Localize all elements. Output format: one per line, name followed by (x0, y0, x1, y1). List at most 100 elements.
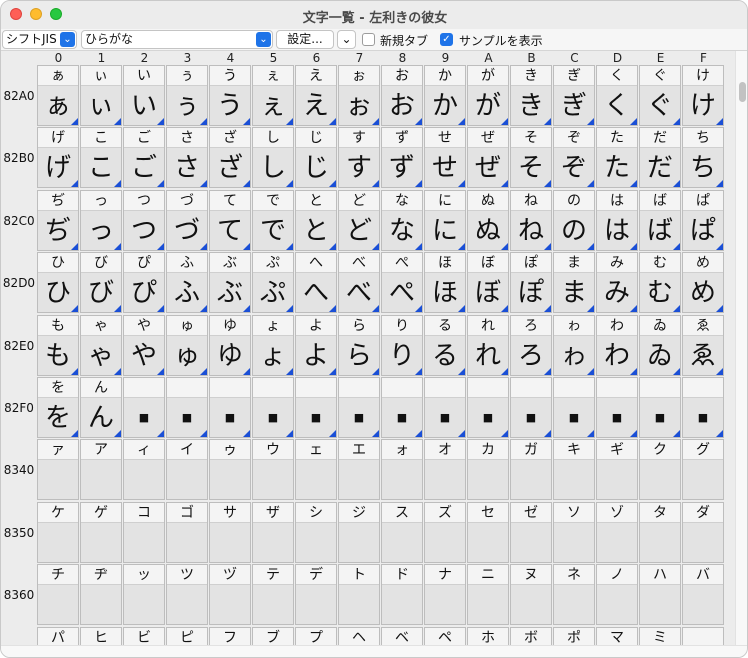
char-cell[interactable]: ちち (682, 127, 724, 189)
char-cell[interactable]: ゑゑ (682, 314, 724, 376)
char-cell[interactable]: ブ (252, 626, 294, 645)
char-cell[interactable]: ヒ (80, 626, 122, 645)
char-cell[interactable]: ■ (252, 377, 294, 438)
char-cell[interactable]: なな (381, 189, 423, 251)
char-cell[interactable]: ゴ (166, 501, 208, 563)
char-cell[interactable]: ゥ (209, 439, 251, 501)
char-cell[interactable]: バ (682, 564, 724, 626)
new-tab-checkbox[interactable] (362, 33, 375, 46)
char-cell[interactable]: ぷぷ (252, 252, 294, 314)
char-cell[interactable]: めめ (682, 252, 724, 314)
char-cell[interactable]: りり (381, 314, 423, 376)
char-cell[interactable]: ぐぐ (639, 65, 681, 126)
char-cell[interactable]: ぜぜ (467, 127, 509, 189)
char-cell[interactable]: ダ (682, 501, 724, 563)
char-cell[interactable]: へへ (295, 252, 337, 314)
char-cell[interactable]: ■ (682, 377, 724, 438)
char-cell[interactable]: ねね (510, 189, 552, 251)
char-cell[interactable]: ごご (123, 127, 165, 189)
char-cell[interactable]: ■ (510, 377, 552, 438)
char-cell[interactable]: ええ (295, 65, 337, 126)
char-cell[interactable]: げげ (37, 127, 79, 189)
char-cell[interactable]: ツ (166, 564, 208, 626)
char-cell[interactable]: わわ (596, 314, 638, 376)
char-cell[interactable]: マ (596, 626, 638, 645)
char-cell[interactable]: プ (295, 626, 337, 645)
char-cell[interactable]: ぞぞ (553, 127, 595, 189)
char-cell[interactable]: まま (553, 252, 595, 314)
char-cell[interactable]: ここ (80, 127, 122, 189)
char-cell[interactable]: ■ (596, 377, 638, 438)
char-cell[interactable]: ズ (424, 501, 466, 563)
char-cell[interactable]: ■ (639, 377, 681, 438)
char-cell[interactable]: にに (424, 189, 466, 251)
char-cell[interactable]: じじ (295, 127, 337, 189)
char-cell[interactable]: ア (80, 439, 122, 501)
char-cell[interactable]: かか (424, 65, 466, 126)
char-cell[interactable]: ゲ (80, 501, 122, 563)
char-cell[interactable]: ク (639, 439, 681, 501)
char-cell[interactable]: ホ (467, 626, 509, 645)
char-cell[interactable]: ゆゆ (209, 314, 251, 376)
char-cell[interactable]: ■ (295, 377, 337, 438)
char-cell[interactable]: んん (80, 377, 122, 438)
char-cell[interactable]: ケ (37, 501, 79, 563)
char-cell[interactable]: ■ (553, 377, 595, 438)
char-cell[interactable]: ぽぽ (510, 252, 552, 314)
char-cell[interactable]: とと (295, 189, 337, 251)
char-cell[interactable]: ぎぎ (553, 65, 595, 126)
char-cell[interactable]: セ (467, 501, 509, 563)
char-cell[interactable]: ぢぢ (37, 189, 79, 251)
char-cell[interactable]: フ (209, 626, 251, 645)
char-cell[interactable]: ゃゃ (80, 314, 122, 376)
char-cell[interactable]: ゐゐ (639, 314, 681, 376)
char-cell[interactable]: ス (381, 501, 423, 563)
char-cell[interactable]: ト (338, 564, 380, 626)
char-cell[interactable]: てて (209, 189, 251, 251)
char-cell[interactable]: びび (80, 252, 122, 314)
char-cell[interactable]: せせ (424, 127, 466, 189)
char-cell[interactable]: パ (37, 626, 79, 645)
char-cell[interactable]: ビ (123, 626, 165, 645)
char-cell[interactable]: ピ (166, 626, 208, 645)
char-cell[interactable]: ナ (424, 564, 466, 626)
scrollbar-thumb[interactable] (739, 82, 746, 102)
char-cell[interactable]: ょょ (252, 314, 294, 376)
char-cell[interactable]: ベ (381, 626, 423, 645)
char-cell[interactable]: ゾ (596, 501, 638, 563)
char-cell[interactable]: ゅゅ (166, 314, 208, 376)
char-cell[interactable]: サ (209, 501, 251, 563)
char-cell[interactable]: だだ (639, 127, 681, 189)
char-cell[interactable]: むむ (639, 252, 681, 314)
char-cell[interactable]: ガ (510, 439, 552, 501)
char-cell[interactable]: ァ (37, 439, 79, 501)
show-sample-checkbox[interactable]: ✓ (440, 33, 453, 46)
char-cell[interactable]: ぇぇ (252, 65, 294, 126)
char-cell[interactable]: ォ (381, 439, 423, 501)
char-cell[interactable]: ■ (381, 377, 423, 438)
char-cell[interactable]: チ (37, 564, 79, 626)
char-cell[interactable]: カ (467, 439, 509, 501)
char-cell[interactable]: ぅぅ (166, 65, 208, 126)
char-cell[interactable]: やや (123, 314, 165, 376)
char-cell[interactable]: ■ (467, 377, 509, 438)
char-cell[interactable]: ヂ (80, 564, 122, 626)
char-cell[interactable]: うう (209, 65, 251, 126)
block-select[interactable]: ひらがな ⌄ (81, 30, 273, 49)
char-cell[interactable]: けけ (682, 65, 724, 126)
char-cell[interactable]: ひひ (37, 252, 79, 314)
char-cell[interactable]: きき (510, 65, 552, 126)
char-cell[interactable]: はは (596, 189, 638, 251)
char-cell[interactable]: ニ (467, 564, 509, 626)
char-cell[interactable]: ぬぬ (467, 189, 509, 251)
char-cell[interactable]: ほほ (424, 252, 466, 314)
char-cell[interactable]: のの (553, 189, 595, 251)
char-cell[interactable]: ヌ (510, 564, 552, 626)
char-cell[interactable]: ペ (424, 626, 466, 645)
char-cell[interactable]: ぃぃ (80, 65, 122, 126)
char-cell[interactable]: ッ (123, 564, 165, 626)
char-cell[interactable]: ■ (123, 377, 165, 438)
char-cell[interactable]: らら (338, 314, 380, 376)
char-cell[interactable]: ハ (639, 564, 681, 626)
char-cell[interactable] (682, 626, 724, 645)
